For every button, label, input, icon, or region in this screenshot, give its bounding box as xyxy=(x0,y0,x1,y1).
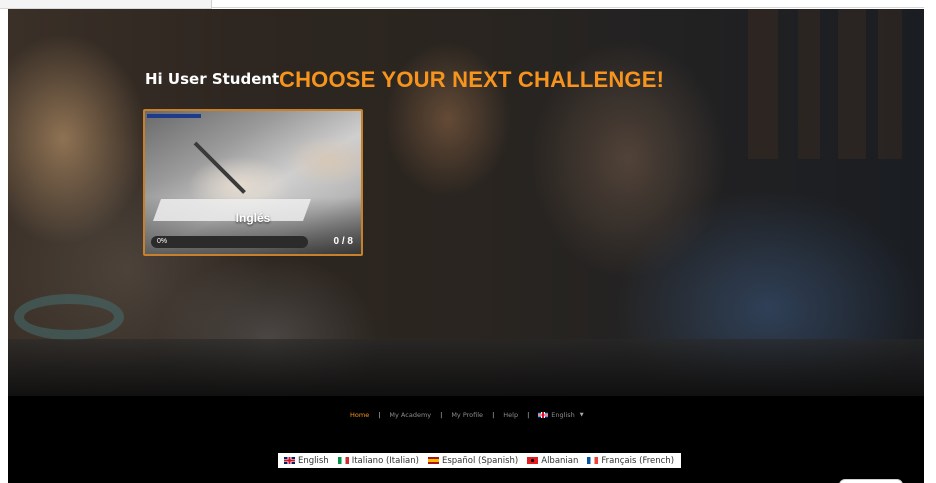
nav-separator: | xyxy=(378,411,381,419)
browser-top-strip xyxy=(0,0,936,9)
footer-link-my-academy[interactable]: My Academy xyxy=(389,411,431,419)
albania-flag-icon xyxy=(527,457,539,464)
top-strip-divider xyxy=(212,7,924,8)
language-option-label: Español (Spanish) xyxy=(441,455,519,466)
top-strip-tab xyxy=(0,0,212,9)
nav-separator: | xyxy=(527,411,530,419)
language-option-albanian[interactable]: Albanian xyxy=(527,456,578,466)
language-option-italian[interactable]: Italiano (Italian) xyxy=(337,455,419,466)
italy-flag-icon xyxy=(337,457,349,464)
background-bookshelf xyxy=(748,9,778,159)
current-language-label: English xyxy=(551,411,575,419)
course-progress-label: 0% xyxy=(157,238,168,245)
course-card-ingles[interactable]: Inglés 0% 0 / 8 xyxy=(143,109,363,256)
uk-flag-icon xyxy=(284,457,295,464)
course-progress-bar: 0% xyxy=(151,236,308,248)
footer-nav: Home | My Academy | My Profile | Help | … xyxy=(350,411,584,419)
background-bookshelf xyxy=(878,9,902,159)
france-flag-icon xyxy=(587,457,599,464)
language-option-spanish[interactable]: Español (Spanish) xyxy=(427,455,519,466)
footer-link-my-profile[interactable]: My Profile xyxy=(451,411,483,419)
language-option-label: Italiano (Italian) xyxy=(351,455,419,466)
site-footer: Home | My Academy | My Profile | Help | … xyxy=(8,396,924,483)
course-title: Inglés xyxy=(235,211,271,225)
background-bookshelf xyxy=(838,9,866,159)
background-bookshelf xyxy=(798,9,820,159)
background-headphones xyxy=(14,294,124,340)
language-dropdown[interactable]: English ▼ xyxy=(538,411,584,419)
page-title: CHOOSE YOUR NEXT CHALLENGE! xyxy=(279,67,665,92)
uk-flag-icon xyxy=(538,412,549,418)
background-desk xyxy=(8,339,924,396)
nav-separator: | xyxy=(440,411,443,419)
language-switcher-bar: English Italiano (Italian) Español (Span… xyxy=(278,453,681,468)
language-option-english[interactable]: English xyxy=(284,456,329,466)
footer-link-help[interactable]: Help xyxy=(503,411,518,419)
chevron-down-icon: ▼ xyxy=(579,412,584,418)
language-option-label: Albanian xyxy=(541,455,579,466)
card-image-pen xyxy=(193,141,246,194)
footer-link-home[interactable]: Home xyxy=(350,411,369,419)
course-lesson-count: 0 / 8 xyxy=(333,236,353,247)
card-accent-bar xyxy=(147,114,201,118)
spain-flag-icon xyxy=(427,457,439,464)
language-option-label: Français (French) xyxy=(601,455,675,466)
page-right-gutter xyxy=(924,0,936,483)
user-greeting: Hi User Student xyxy=(145,70,280,88)
corner-widget-button[interactable] xyxy=(839,479,903,483)
language-option-french[interactable]: Français (French) xyxy=(587,456,674,466)
language-option-label: English xyxy=(298,455,329,466)
nav-separator: | xyxy=(492,411,495,419)
